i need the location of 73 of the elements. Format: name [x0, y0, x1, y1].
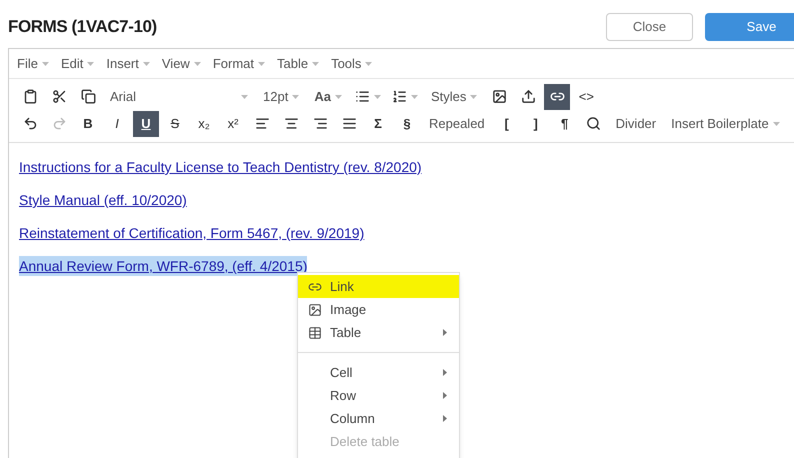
document-link[interactable]: Instructions for a Faculty License to Teach Dentistry (rev. 8/2020): [19, 157, 422, 177]
toolbar-button[interactable]: Repealed: [423, 110, 491, 136]
toolbar-button[interactable]: [544, 84, 570, 110]
caret-icon: [312, 62, 320, 66]
submenu-arrow-icon: [443, 415, 447, 422]
image-icon: [308, 302, 322, 316]
context-menu-item[interactable]: Row: [298, 384, 459, 407]
toolbar-button[interactable]: B: [75, 110, 101, 136]
caret-icon: [374, 94, 381, 98]
align-left-icon: [254, 116, 270, 131]
close-button[interactable]: Close: [606, 13, 693, 41]
caret-icon: [772, 122, 780, 126]
align-right-icon: [312, 116, 328, 131]
submenu-arrow-icon: [443, 392, 447, 399]
toolbar-dropdown[interactable]: Arial: [104, 84, 254, 110]
search-icon: [586, 116, 602, 131]
toolbar-dropdown[interactable]: Insert Boilerplate: [665, 110, 786, 136]
context-menu-item[interactable]: Column: [298, 407, 459, 430]
submenu-arrow-icon: [443, 369, 447, 376]
document-link[interactable]: Reinstatement of Certification, Form 5467, (rev. 9/2019): [19, 223, 364, 243]
toolbar-button[interactable]: x₂: [191, 110, 217, 136]
menu-item[interactable]: View: [162, 54, 201, 74]
menu-item[interactable]: Insert: [106, 54, 150, 74]
context-menu-item[interactable]: Image: [298, 298, 459, 321]
menu-item[interactable]: File: [17, 54, 49, 74]
toolbar-button[interactable]: ¶: [552, 110, 578, 136]
toolbar-button[interactable]: Σ: [365, 110, 391, 136]
clipboard-icon: [22, 89, 38, 104]
toolbar-button[interactable]: ]: [522, 110, 549, 136]
caret-icon: [194, 62, 201, 66]
numbered-list-icon: [392, 89, 407, 104]
menu-item[interactable]: Tools: [331, 54, 372, 74]
align-center-icon: [284, 116, 298, 131]
toolbar-button[interactable]: S: [162, 110, 188, 136]
caret-icon: [87, 62, 94, 66]
caret-icon: [42, 62, 49, 66]
toolbar-button[interactable]: x²: [220, 110, 246, 136]
toolbar-button[interactable]: §: [394, 110, 420, 136]
caret-icon: [470, 94, 478, 98]
align-justify-icon: [342, 116, 356, 131]
caret-icon: [142, 62, 150, 66]
bullet-list-icon: [354, 89, 370, 104]
context-menu-item[interactable]: Link: [298, 275, 459, 298]
toolbar-button[interactable]: [: [494, 110, 520, 136]
caret-icon: [258, 62, 265, 66]
toolbar-button[interactable]: U: [133, 110, 159, 136]
image-icon: [492, 89, 507, 104]
toolbar-button[interactable]: I: [104, 110, 130, 136]
toolbar-dropdown[interactable]: 12pt: [257, 84, 306, 110]
undo-icon: [22, 116, 38, 131]
table-icon: [308, 326, 322, 340]
menu-item[interactable]: Edit: [60, 54, 94, 74]
caret-icon: [365, 62, 372, 66]
page-title: FORMS (1VAC7-10): [8, 16, 157, 38]
caret-icon: [334, 94, 342, 98]
cut-icon: [52, 89, 66, 104]
copy-icon: [80, 89, 96, 104]
toolbar-dropdown[interactable]: Aa: [308, 84, 348, 110]
context-menu-item[interactable]: Cell: [298, 361, 459, 384]
caret-icon: [410, 94, 418, 98]
caret-icon: [241, 94, 248, 98]
toolbar-dropdown[interactable]: Styles: [424, 84, 484, 110]
upload-icon: [520, 89, 536, 104]
toolbar-button[interactable]: Divider: [610, 110, 662, 136]
redo-icon: [52, 116, 66, 131]
submenu-arrow-icon: [443, 329, 447, 336]
context-menu-item[interactable]: Table: [298, 321, 459, 344]
menu-item[interactable]: Format: [212, 54, 265, 74]
caret-icon: [292, 94, 300, 98]
toolbar-button[interactable]: <>: [573, 84, 600, 110]
document-link[interactable]: Annual Review Form, WFR-6789, (eff. 4/2015): [19, 256, 308, 276]
document-link[interactable]: Style Manual (eff. 10/2020): [19, 190, 187, 210]
menu-item[interactable]: Table: [277, 54, 320, 74]
